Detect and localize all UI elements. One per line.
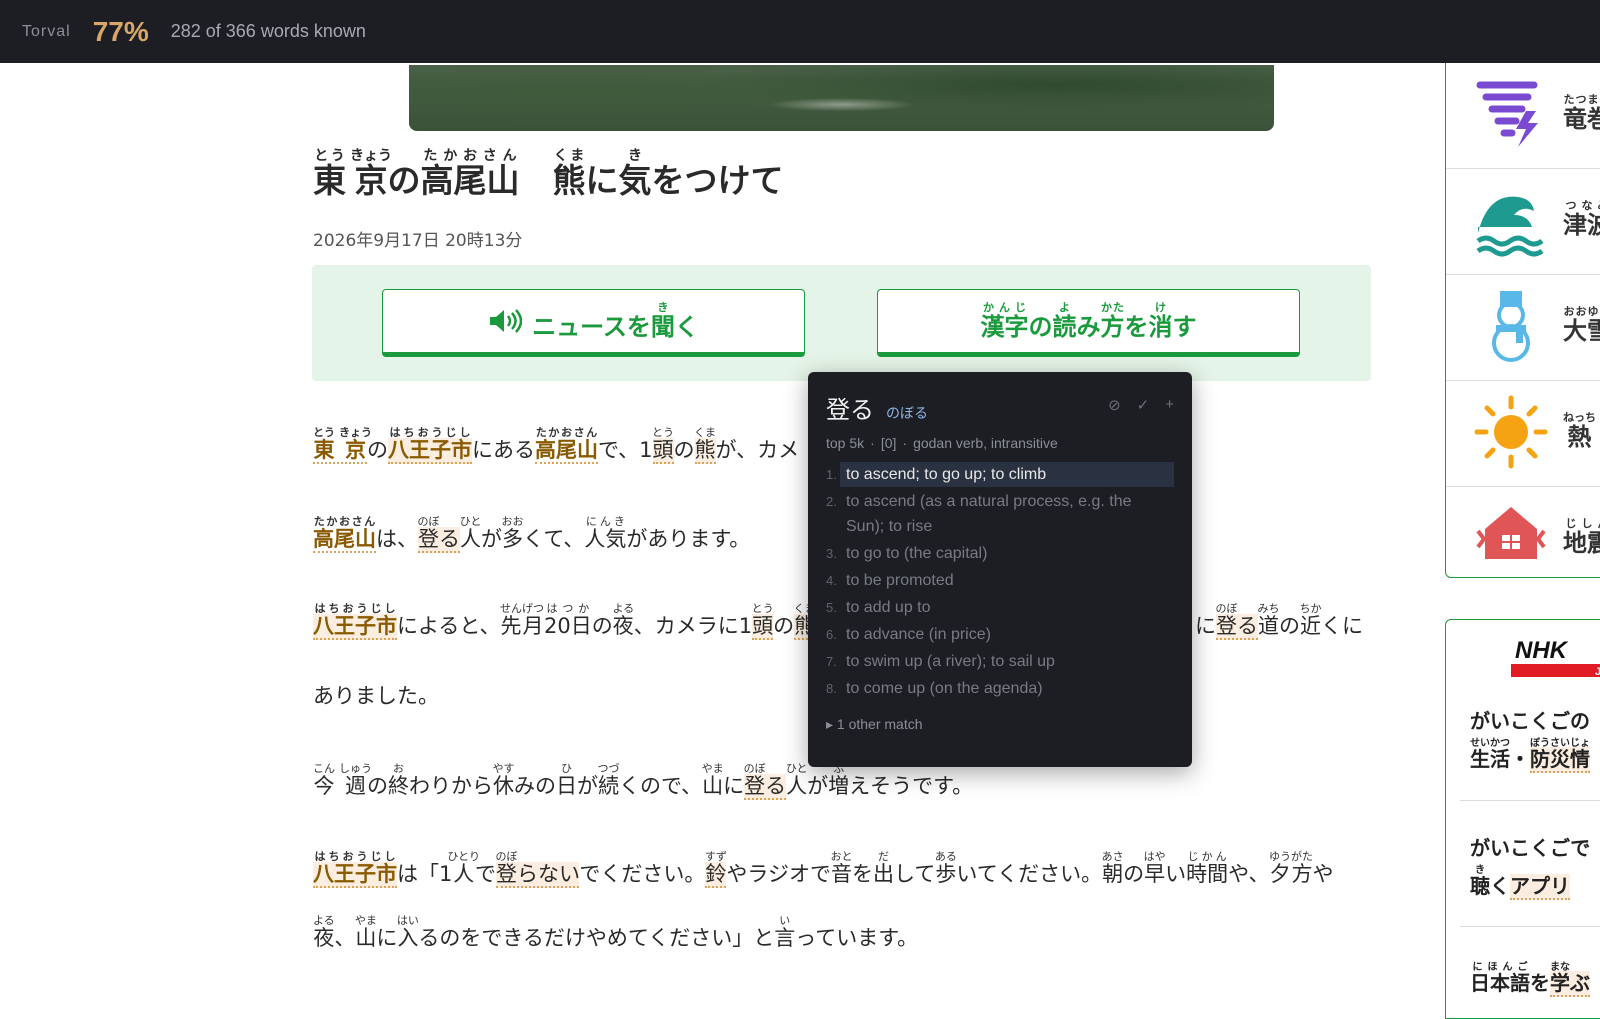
promo-line-2[interactable]: 生活せいかつ・防災情ぼうさいじょ xyxy=(1470,738,1590,773)
popup-reading: のぼる xyxy=(886,406,928,422)
speaker-icon xyxy=(490,309,523,333)
promo-line-4[interactable]: 聴きくアプリ xyxy=(1470,865,1570,900)
listen-news-button[interactable]: ニュースを聞きく xyxy=(382,289,805,357)
promo-line-5[interactable]: 日本語にほんごを学まなぶ xyxy=(1470,962,1590,997)
known-words-count: 282 of 366 words known xyxy=(170,21,366,41)
listen-label: ニュースを聞きく xyxy=(532,300,699,341)
svg-text:NHK: NHK xyxy=(1515,637,1569,664)
article-photo xyxy=(409,65,1274,131)
hazard-label: 津波つなみ xyxy=(1563,199,1600,239)
hazard-snow[interactable]: 大雪おおゆき xyxy=(1446,275,1600,381)
svg-text:J A: J A xyxy=(1595,666,1600,677)
tornado-icon xyxy=(1476,81,1538,147)
hazard-tornado[interactable]: 竜巻たつまき xyxy=(1446,63,1600,169)
gloss-item[interactable]: 4. to be promoted xyxy=(826,567,1174,594)
snowman-icon xyxy=(1492,291,1530,362)
plus-icon[interactable]: + xyxy=(1165,396,1174,414)
hazard-label: 地震じしん xyxy=(1563,517,1600,557)
article-paragraph-5a[interactable]: 八王子市はちおうじしは「1人ひとりで登のぼらないでください。鈴すずやラジオで音お… xyxy=(313,850,1334,888)
hazard-sidebar: 竜巻たつまき 津波つなみ 大雪おおゆき 熱ねっち xyxy=(1445,63,1600,578)
hide-furigana-button[interactable]: 漢字かんじの読よみ方かたを消けす xyxy=(877,289,1300,357)
check-icon[interactable]: ✓ xyxy=(1137,396,1150,414)
article-paragraph-2[interactable]: 高尾山たかおさんは、登のぼる人ひとが多おおくて、人気にんきがあります。 xyxy=(313,515,750,553)
dictionary-popup[interactable]: 登る のぼる ⊘ ✓ + top 5k · [0] · godan verb, intr… xyxy=(808,372,1192,767)
promo-line-1[interactable]: がいこくごの xyxy=(1470,705,1590,734)
promo-sidebar: NHK J A がいこくごの 生活せいかつ・防災情ぼうさいじょ がいこくごで 聴… xyxy=(1445,619,1600,1019)
nhk-logo: NHK J A xyxy=(1511,637,1600,677)
article-paragraph-3c[interactable]: ありました。 xyxy=(313,686,439,707)
promo-line-3[interactable]: がいこくごで xyxy=(1470,832,1590,861)
gloss-item[interactable]: 3. to go to (the capital) xyxy=(826,540,1174,567)
hazard-label: 熱ねっち xyxy=(1563,411,1596,451)
hazard-tsunami[interactable]: 津波つなみ xyxy=(1446,169,1600,275)
ban-icon[interactable]: ⊘ xyxy=(1108,396,1121,414)
other-matches-toggle[interactable]: ▸ 1 other match xyxy=(826,716,1174,733)
gloss-item[interactable]: 7. to swim up (a river); to sail up xyxy=(826,648,1174,675)
article-paragraph-1[interactable]: 東とう京きょうの八王子市はちおうじしにある高尾山たかおさんで、1頭とうの熊くまが… xyxy=(313,426,799,464)
app-brand: Torval xyxy=(22,22,71,40)
gloss-list: 1. to ascend; to go up; to climb 2. to asc… xyxy=(826,461,1174,702)
article-actions-panel: ニュースを聞きく 漢字かんじの読よみ方かたを消けす xyxy=(312,265,1371,381)
sun-icon xyxy=(1474,395,1548,469)
hazard-heat[interactable]: 熱ねっち xyxy=(1446,381,1600,487)
article-paragraph-3b[interactable]: に登のぼる道みちの近ちかくに xyxy=(1195,602,1363,640)
hazard-label: 竜巻たつまき xyxy=(1563,93,1600,133)
gloss-item[interactable]: 1. to ascend; to go up; to climb xyxy=(826,461,1174,488)
divider xyxy=(1460,926,1600,927)
gloss-item[interactable]: 8. to come up (on the agenda) xyxy=(826,675,1174,702)
popup-meta: top 5k · [0] · godan verb, intransitive xyxy=(826,435,1058,451)
hazard-earthquake[interactable]: 地震じしん xyxy=(1446,487,1600,593)
gloss-item[interactable]: 5. to add up to xyxy=(826,594,1174,621)
divider xyxy=(1460,800,1600,801)
gloss-item[interactable]: 2. to ascend (as a natural process, e.g. … xyxy=(826,488,1174,540)
top-bar: Torval 77% 282 of 366 words known xyxy=(0,0,1600,63)
article-paragraph-4[interactable]: 今こん週しゅうの終おわりから休やすみの日ひが続つづくので、山やまに登のぼる人ひと… xyxy=(313,762,973,800)
popup-word: 登る xyxy=(826,396,874,424)
hazard-label: 大雪おおゆき xyxy=(1563,305,1600,345)
article-date: 2026年9月17日 20時13分 xyxy=(313,231,523,251)
article-paragraph-5b[interactable]: 夜よる、山やまに入はいるのをできるだけやめてください」と言いっています。 xyxy=(313,914,918,949)
hide-furigana-label: 漢字かんじの読よみ方かたを消けす xyxy=(980,300,1197,341)
tsunami-icon xyxy=(1476,196,1544,257)
article-title: 東とう京きょうの高尾山たかおさん 熊くまに気きをつけて xyxy=(313,148,784,200)
earthquake-house-icon xyxy=(1476,507,1546,559)
known-percent: 77% xyxy=(92,15,149,47)
gloss-item[interactable]: 6. to advance (in price) xyxy=(826,621,1174,648)
article-paragraph-3a[interactable]: 八王子市はちおうじしによると、先月せんげつ20日はつかの夜よる、カメラに1頭とう… xyxy=(313,602,816,640)
